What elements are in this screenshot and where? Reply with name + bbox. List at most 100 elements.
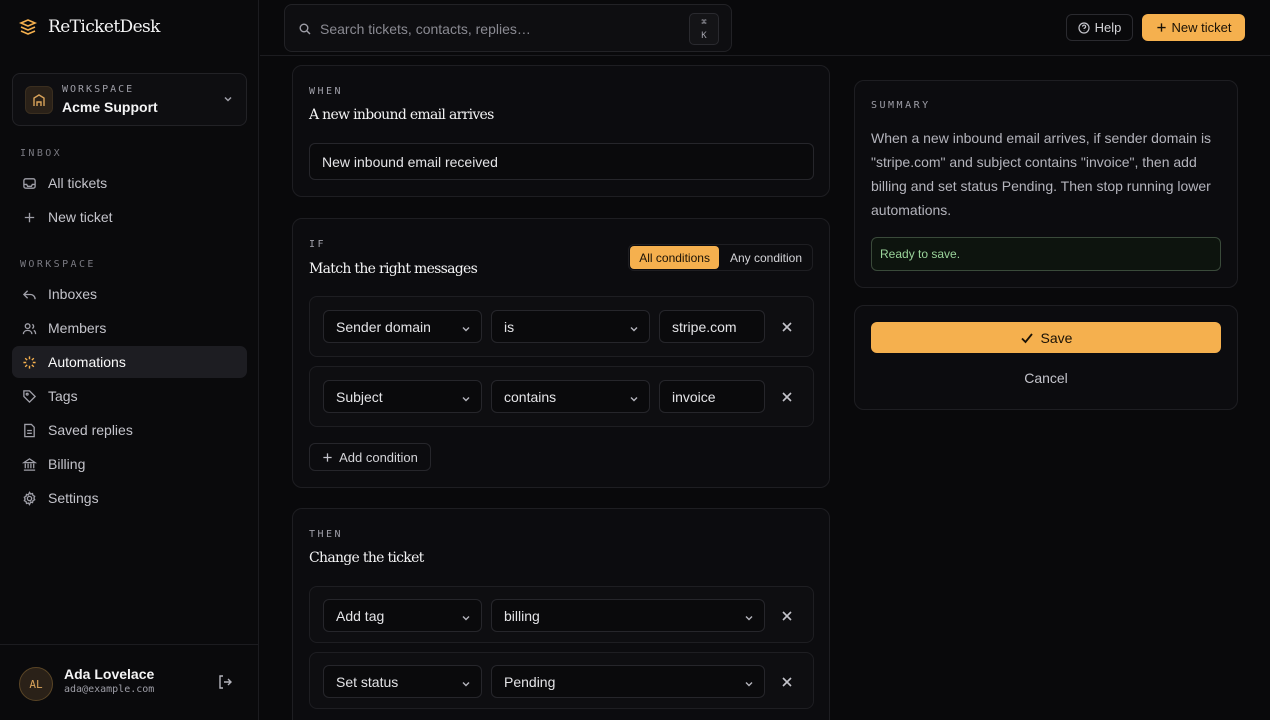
sidebar-item-label: Saved replies [48,422,133,438]
help-button[interactable]: Help [1066,14,1133,41]
document-icon [24,423,35,437]
new-ticket-label: New ticket [1171,20,1232,35]
sidebar-item-label: Inboxes [48,286,98,302]
inbox-section-label: INBOX [20,148,63,159]
remove-condition-icon[interactable] [779,319,795,335]
sidebar-item-automations[interactable]: Automations [12,346,247,378]
status-message: Ready to save. [871,237,1221,271]
condition-operator-select[interactable]: is [491,310,650,343]
sidebar-item-tags[interactable]: Tags [12,380,247,412]
chevron-down-icon [462,682,470,687]
sidebar-item-label: New ticket [48,209,113,225]
chevron-down-icon [462,327,470,332]
gear-icon [23,490,36,506]
chevron-down-icon [630,327,638,332]
condition-operator-select[interactable]: contains [491,380,650,413]
building-icon [25,86,53,114]
action-value-select[interactable]: billing [491,599,765,632]
summary-text: When a new inbound email arrives, if sen… [871,130,1212,218]
sidebar-item-label: Billing [48,456,86,472]
remove-action-icon[interactable] [779,608,795,624]
sidebar-item-label: All tickets [48,175,108,191]
chevron-down-icon [630,397,638,402]
any-condition-option[interactable]: Any condition [721,246,811,269]
summary-kicker: SUMMARY [871,100,931,111]
sidebar-item-label: Automations [48,354,126,370]
plus-icon [24,212,35,222]
top-bar: Search tickets, contacts, replies… ⌘ K H… [260,0,1270,56]
remove-condition-icon[interactable] [779,389,795,405]
user-profile: AL Ada Lovelace ada@example.com [0,644,259,720]
summary-card: SUMMARY When a new inbound email arrives… [854,80,1238,288]
sparkle-icon [23,355,36,369]
sidebar-item-saved-replies[interactable]: Saved replies [12,414,247,446]
check-icon [1020,332,1033,343]
match-mode-toggle: All conditions Any condition [628,244,813,271]
reply-arrow-icon [22,289,36,299]
chevron-down-icon [745,616,753,621]
avatar[interactable]: AL [19,667,53,701]
cancel-button[interactable]: Cancel [871,367,1221,389]
sidebar-item-all-tickets[interactable]: All tickets [12,167,247,199]
trigger-field[interactable]: New inbound email received [309,143,814,180]
then-card: THEN Change the ticket Add tag billing S… [292,508,830,720]
brand-name: ReTicketDesk [48,17,160,37]
condition-field-select[interactable]: Sender domain [323,310,482,343]
then-kicker: THEN [309,529,344,540]
users-icon [22,322,37,334]
if-card: IF Match the right messages All conditio… [292,218,830,488]
action-row: Set status Pending [309,652,814,709]
sidebar-item-label: Members [48,320,107,336]
action-type-select[interactable]: Set status [323,665,482,698]
action-type-select[interactable]: Add tag [323,599,482,632]
sidebar-item-settings[interactable]: Settings [12,482,247,514]
action-value-select[interactable]: Pending [491,665,765,698]
plus-icon [323,452,332,462]
logout-icon[interactable] [217,674,233,690]
bank-icon [22,457,37,471]
keyboard-shortcut-hint: ⌘ K [689,13,719,45]
tag-icon [23,389,37,403]
when-title: A new inbound email arrives [309,107,494,123]
logo-icon [18,19,38,35]
help-label: Help [1094,20,1122,35]
remove-action-icon[interactable] [779,674,795,690]
search-input[interactable]: Search tickets, contacts, replies… ⌘ K [284,4,732,52]
sidebar-item-inboxes[interactable]: Inboxes [12,278,247,310]
sidebar-item-label: Settings [48,490,99,506]
user-email: ada@example.com [64,684,155,695]
add-condition-button[interactable]: Add condition [309,443,431,471]
workspace-section-label: WORKSPACE [20,259,96,270]
sidebar-item-billing[interactable]: Billing [12,448,247,480]
chevron-down-icon [745,682,753,687]
chevron-down-icon [462,616,470,621]
condition-field-select[interactable]: Subject [323,380,482,413]
sidebar: ReTicketDesk WORKSPACE Acme Support INBO… [0,0,259,720]
inbox-icon [23,177,36,189]
search-placeholder: Search tickets, contacts, replies… [320,21,531,37]
condition-value-input[interactable]: stripe.com [659,310,765,343]
search-icon [299,23,311,35]
all-conditions-option[interactable]: All conditions [630,246,719,269]
chevron-down-icon [224,96,232,102]
brand[interactable]: ReTicketDesk [18,17,160,37]
condition-row: Sender domain is stripe.com [309,296,814,357]
chevron-down-icon [462,397,470,402]
sidebar-item-label: Tags [48,388,78,404]
sidebar-item-members[interactable]: Members [12,312,247,344]
condition-row: Subject contains invoice [309,366,814,427]
user-name: Ada Lovelace [64,666,155,682]
workspace-name: Acme Support [62,99,158,115]
workspace-switcher[interactable]: WORKSPACE Acme Support [12,73,247,126]
help-circle-icon [1078,21,1090,34]
when-card: WHEN A new inbound email arrives New inb… [292,65,830,197]
when-kicker: WHEN [309,86,344,97]
condition-value-input[interactable]: invoice [659,380,765,413]
sidebar-item-new-ticket[interactable]: New ticket [12,201,247,233]
plus-icon [1156,23,1166,32]
save-button[interactable]: Save [871,322,1221,353]
workspace-kicker: WORKSPACE [62,84,135,95]
new-ticket-button[interactable]: New ticket [1142,14,1245,41]
then-title: Change the ticket [309,550,424,566]
if-title: Match the right messages [309,261,478,277]
